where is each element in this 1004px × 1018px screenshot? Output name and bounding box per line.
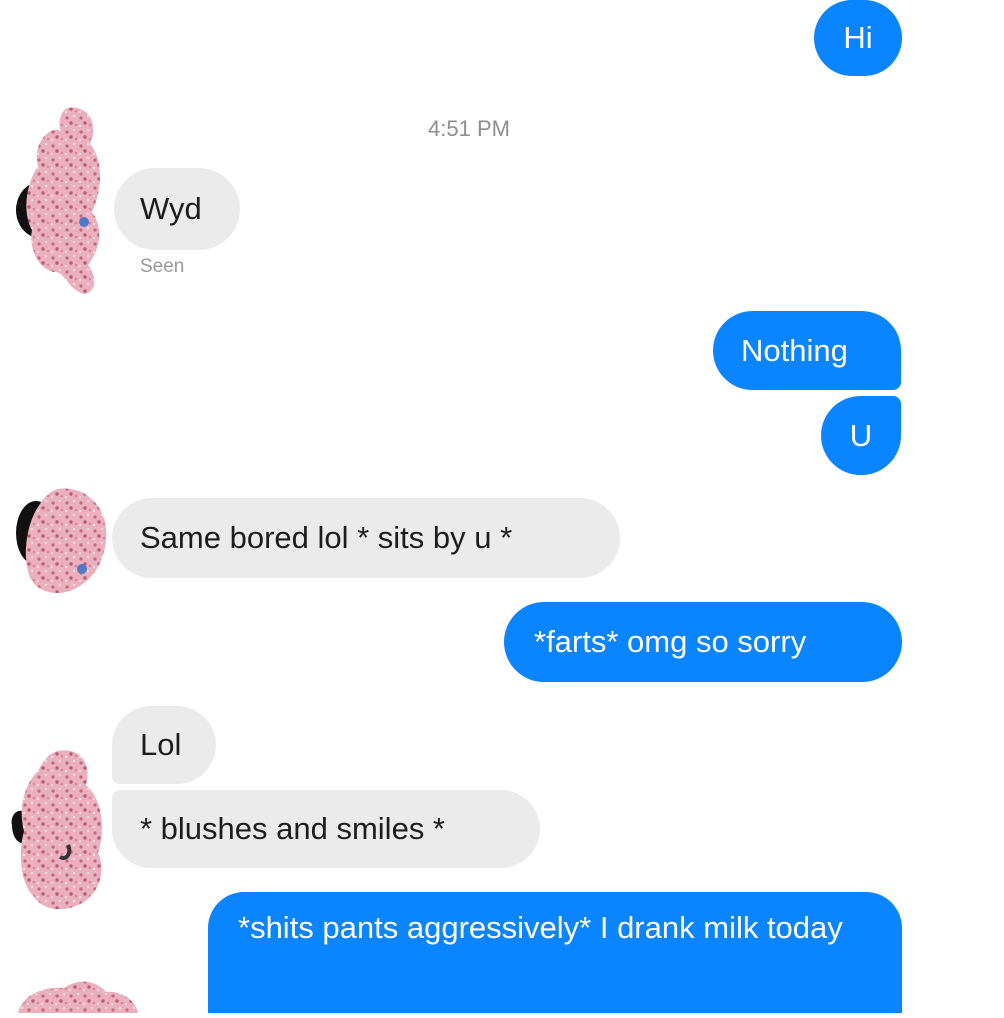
contact-avatar[interactable]: [8, 745, 108, 915]
incoming-message[interactable]: Lol: [112, 706, 216, 784]
incoming-message[interactable]: Wyd: [114, 168, 240, 250]
incoming-message[interactable]: Same bored lol * sits by u *: [112, 498, 620, 578]
seen-receipt: Seen: [140, 256, 185, 277]
contact-avatar[interactable]: [12, 978, 142, 1013]
outgoing-message[interactable]: *shits pants aggressively* I drank milk …: [208, 892, 902, 1013]
outgoing-message[interactable]: *farts* omg so sorry: [504, 602, 902, 682]
outgoing-message[interactable]: Hi: [814, 0, 902, 76]
outgoing-message[interactable]: Nothing: [713, 311, 901, 390]
incoming-message[interactable]: * blushes and smiles *: [112, 790, 540, 868]
timestamp: 4:51 PM: [428, 116, 510, 141]
outgoing-message[interactable]: U: [821, 396, 901, 475]
contact-avatar[interactable]: [8, 485, 108, 600]
